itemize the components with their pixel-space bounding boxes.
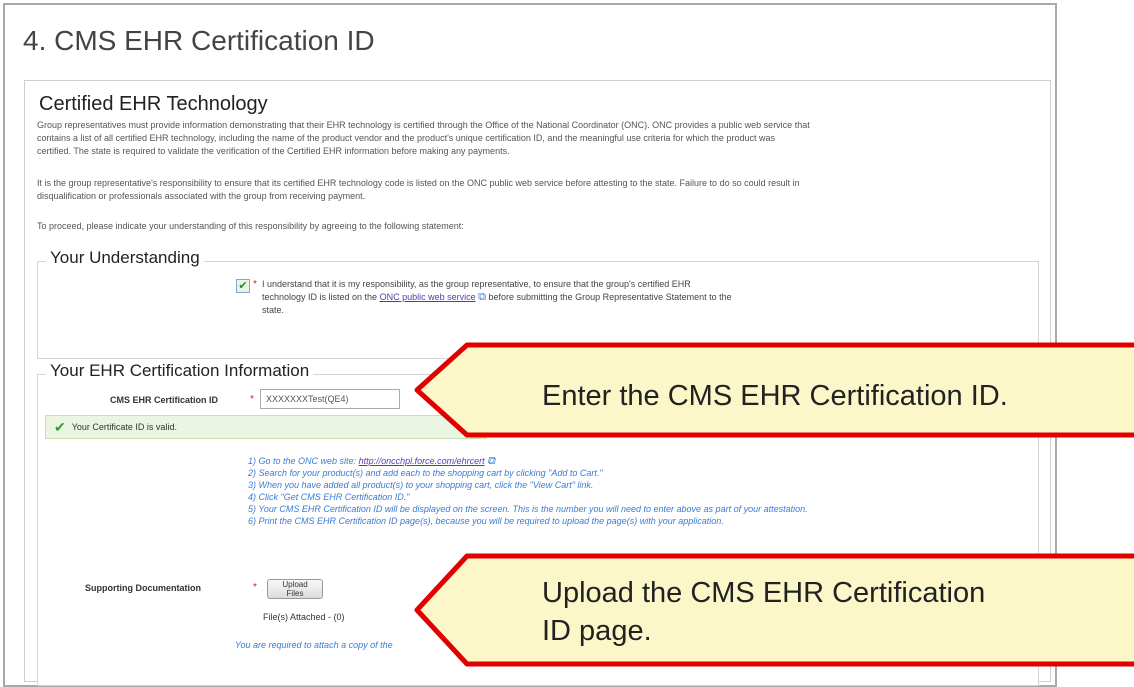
step-5: 5) Your CMS EHR Certification ID will be… (248, 504, 808, 514)
agree-checkbox[interactable]: ✔ (236, 279, 250, 293)
agree-statement-suffix: before submitting the Group Representati… (488, 292, 732, 302)
proceed-paragraph: To proceed, please indicate your underst… (37, 221, 464, 231)
responsibility-paragraph-line1: It is the group representative's respons… (37, 178, 800, 188)
required-mark: * (253, 279, 257, 290)
supporting-docs-required-mark: * (253, 582, 257, 593)
green-check-icon: ✔ (54, 418, 66, 435)
step-1-text: 1) Go to the ONC web site: (248, 456, 357, 466)
attach-note: You are required to attach a copy of the (235, 640, 393, 650)
supporting-docs-label: Supporting Documentation (85, 583, 201, 593)
callout-upload-line2: ID page. (542, 615, 652, 647)
check-mark-icon: ✔ (238, 279, 248, 292)
files-attached-count: File(s) Attached - (0) (263, 612, 345, 622)
valid-message: Your Certificate ID is valid. (71, 422, 177, 432)
page-title: 4. CMS EHR Certification ID (23, 25, 375, 56)
card-heading: Certified EHR Technology (39, 93, 268, 115)
agree-statement-line3: state. (262, 305, 285, 315)
onc-website-link[interactable]: http://oncchpl.force.com/ehrcert (359, 456, 485, 466)
step-1: 1) Go to the ONC web site: http://oncchp… (248, 455, 1028, 467)
agree-statement-prefix: technology ID is listed on the (262, 292, 378, 302)
cert-id-label: CMS EHR Certification ID (110, 395, 219, 405)
agree-statement: I understand that it is my responsibilit… (262, 278, 862, 317)
step-4: 4) Click "Get CMS EHR Certification ID." (248, 492, 410, 502)
agree-statement-line1: I understand that it is my responsibilit… (262, 279, 691, 289)
responsibility-paragraph-line2: disqualification or professionals associ… (37, 191, 366, 201)
agree-statement-line2: technology ID is listed on the ONC publi… (262, 291, 862, 304)
instructions-list: 1) Go to the ONC web site: http://oncchp… (248, 455, 1028, 527)
callout-upload-line1: Upload the CMS EHR Certification (542, 577, 986, 609)
intro-paragraph-line2: contains a list of all certified EHR tec… (37, 133, 775, 143)
callout-enter-cert-id: Enter the CMS EHR Certification ID. (412, 342, 1134, 438)
onc-public-web-service-link[interactable]: ONC public web service (380, 292, 476, 302)
callout-enter-text: Enter the CMS EHR Certification ID. (542, 380, 1008, 412)
external-link-icon: ⧉ (478, 291, 487, 303)
intro-paragraph-line3: certified. The state is required to vali… (37, 146, 510, 156)
upload-files-button[interactable]: Upload Files (267, 579, 323, 599)
ehr-info-legend: Your EHR Certification Information (46, 361, 314, 381)
step-3: 3) When you have added all product(s) to… (248, 480, 594, 490)
step-2: 2) Search for your product(s) and add ea… (248, 468, 603, 478)
intro-paragraph-line1: Group representatives must provide infor… (37, 120, 810, 130)
external-link-icon: ⧉ (487, 455, 495, 467)
step-6: 6) Print the CMS EHR Certification ID pa… (248, 516, 724, 526)
cert-id-input[interactable] (260, 389, 400, 409)
cert-id-required-mark: * (250, 394, 254, 405)
callout-upload-page: Upload the CMS EHR Certification ID page… (412, 553, 1134, 667)
understanding-legend: Your Understanding (46, 248, 204, 268)
